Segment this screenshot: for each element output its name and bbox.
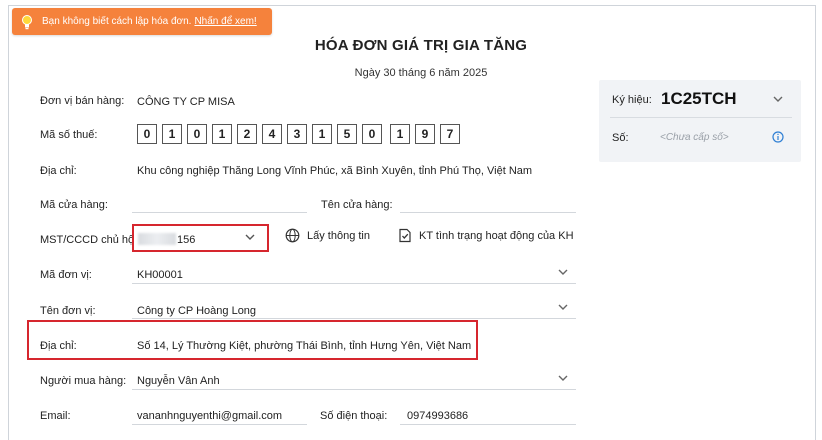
unit-name-underline (132, 318, 576, 319)
tax-code-digit: 2 (237, 124, 257, 144)
check-document-icon (399, 228, 411, 243)
buyer-name-label: Người mua hàng: (40, 375, 127, 387)
chevron-down-icon[interactable] (558, 374, 568, 382)
tax-code-digit: 0 (137, 124, 157, 144)
phone-underline (400, 424, 576, 425)
invoice-date: Ngày 30 tháng 6 năm 2025 (354, 67, 488, 79)
fetch-info-button[interactable]: Lấy thông tin (285, 228, 370, 243)
tax-code-digit: 5 (337, 124, 357, 144)
help-tip-text: Bạn không biết cách lập hóa đơn. (42, 16, 192, 27)
store-name-input[interactable] (400, 212, 576, 213)
chevron-down-icon[interactable] (558, 303, 568, 311)
phone-label: Số điện thoại: (320, 410, 388, 422)
buyer-name-underline (132, 389, 576, 390)
tax-code-label: Mã số thuế: (40, 129, 98, 141)
number-field: <Chưa cấp số> (660, 132, 729, 143)
unit-name-value[interactable]: Công ty CP Hoàng Long (137, 305, 256, 317)
tax-code-digit: 9 (415, 124, 435, 144)
store-name-label: Tên cửa hàng: (321, 199, 393, 211)
buyer-address-label: Địa chỉ: (40, 340, 77, 352)
tax-code-digit: 0 (362, 124, 382, 144)
unit-code-underline (132, 283, 576, 284)
seller-address-label: Địa chỉ: (40, 165, 77, 177)
tax-code-digit: 4 (262, 124, 282, 144)
store-code-input[interactable] (132, 212, 307, 213)
tax-code-digit: 1 (390, 124, 410, 144)
help-tip-link[interactable]: Nhấn để xem! (194, 16, 256, 27)
email-underline (132, 424, 307, 425)
lightbulb-icon (22, 14, 32, 29)
unit-code-value[interactable]: KH00001 (137, 269, 183, 281)
unit-code-label: Mã đơn vị: (40, 269, 92, 281)
tax-code-digit: 0 (187, 124, 207, 144)
divider (610, 117, 792, 118)
symbol-label: Ký hiệu: (612, 94, 652, 106)
number-label: Số: (612, 132, 629, 144)
tax-code-digit: 7 (440, 124, 460, 144)
chevron-down-icon[interactable] (558, 268, 568, 276)
chevron-down-icon[interactable] (773, 95, 783, 103)
check-status-label: KT tình trạng hoạt động của KH (419, 229, 574, 242)
unit-name-label: Tên đơn vị: (40, 305, 96, 317)
seller-address-value: Khu công nghiệp Thăng Long Vĩnh Phúc, xã… (137, 165, 533, 177)
seller-unit-label: Đơn vị bán hàng: (40, 95, 125, 107)
seller-unit-value: CÔNG TY CP MISA (137, 96, 235, 108)
invoice-title: HÓA ĐƠN GIÁ TRỊ GIA TĂNG (314, 37, 528, 54)
email-value[interactable]: vananhnguyenthi@gmail.com (137, 410, 282, 422)
buyer-address-value[interactable]: Số 14, Lý Thường Kiệt, phường Thái Bình,… (137, 340, 471, 352)
email-label: Email: (40, 410, 71, 422)
globe-icon (285, 228, 300, 243)
info-icon[interactable] (772, 131, 784, 143)
help-tip-banner[interactable]: Bạn không biết cách lập hóa đơn. Nhấn để… (12, 8, 272, 35)
fetch-info-label: Lấy thông tin (307, 229, 370, 242)
tax-code-digit: 3 (287, 124, 307, 144)
phone-value[interactable]: 0974993686 (407, 410, 468, 422)
buyer-name-value[interactable]: Nguyễn Vân Anh (137, 375, 220, 387)
check-status-button[interactable]: KT tình trạng hoạt động của KH (398, 228, 574, 243)
tax-code-digit: 1 (212, 124, 232, 144)
store-code-label: Mã cửa hàng: (40, 199, 108, 211)
tax-code-digit: 1 (162, 124, 182, 144)
buyer-id-label: MST/CCCD chủ hộ (40, 234, 135, 246)
buyer-id-highlight (132, 224, 269, 252)
symbol-select[interactable]: 1C25TCH (661, 89, 737, 109)
tax-code-digit: 1 (312, 124, 332, 144)
